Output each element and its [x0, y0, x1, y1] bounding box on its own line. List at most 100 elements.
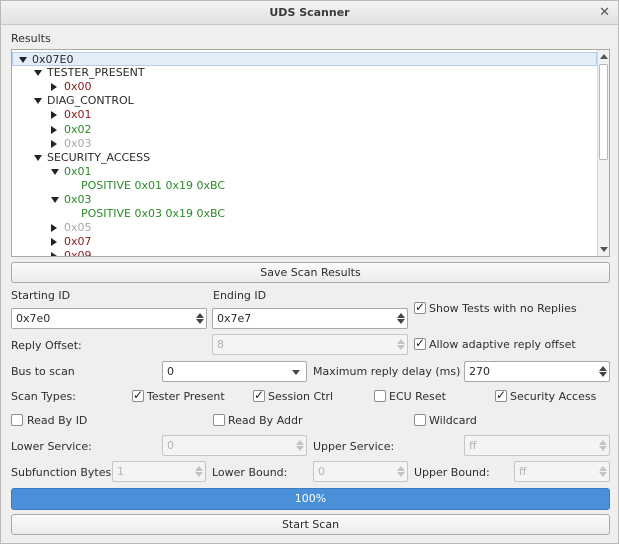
tree-item-label: POSITIVE 0x01 0x19 0xBC [81, 178, 225, 192]
show-no-replies-label: Show Tests with no Replies [429, 302, 577, 315]
max-delay-spinbox[interactable]: 270 [464, 361, 610, 382]
tree-item[interactable]: 0x00 [12, 80, 597, 94]
collapsed-arrow-icon[interactable] [51, 252, 57, 256]
spin-arrows-icon[interactable] [396, 310, 406, 327]
collapsed-arrow-icon[interactable] [51, 125, 57, 134]
tree-item[interactable]: 0x03 [12, 137, 597, 151]
reply-offset-value: 8 [217, 338, 224, 351]
tree-item[interactable]: POSITIVE 0x01 0x19 0xBC [12, 179, 597, 193]
tree-item[interactable]: 0x07 [12, 235, 597, 249]
subfunction-bytes-spinbox[interactable]: 1 [112, 461, 206, 482]
ecu-reset-label: ECU Reset [389, 390, 446, 403]
upper-service-value: ff [469, 439, 477, 452]
tree-item-label: 0x03 [64, 136, 92, 150]
check-icon: ✓ [133, 388, 144, 402]
security-access-checkbox[interactable]: ✓ [495, 388, 507, 402]
tree-item-label: POSITIVE 0x03 0x19 0xBC [81, 207, 225, 221]
expanded-arrow-icon[interactable] [34, 70, 42, 77]
ending-id-spinbox[interactable]: 0x7e7 [212, 308, 408, 329]
lower-bound-spinbox[interactable]: 0 [313, 461, 408, 482]
collapsed-arrow-icon[interactable] [51, 224, 57, 233]
tree-item-label: 0x07E0 [32, 53, 74, 66]
scroll-up-icon[interactable] [600, 54, 608, 59]
read-by-addr-checkbox[interactable] [213, 414, 225, 426]
tree-item-label: TESTER_PRESENT [47, 66, 145, 80]
tree-scrollbar[interactable] [597, 50, 609, 256]
reply-offset-label: Reply Offset: [11, 339, 82, 352]
adaptive-offset-checkbox[interactable]: ✓ [414, 336, 426, 350]
upper-bound-value: ff [519, 465, 527, 478]
ecu-reset-checkbox[interactable] [374, 390, 386, 402]
upper-bound-spinbox[interactable]: ff [514, 461, 610, 482]
collapsed-arrow-icon[interactable] [51, 111, 57, 120]
lower-service-spinbox[interactable]: 0 [162, 435, 307, 456]
uds-scanner-window: UDS Scanner ✕ Results 0x07E0 TESTER_PRESE… [0, 0, 619, 544]
expanded-arrow-icon[interactable] [34, 154, 42, 161]
progress-text: 100% [294, 492, 327, 505]
save-scan-results-button[interactable]: Save Scan Results [11, 262, 610, 283]
collapsed-arrow-icon[interactable] [51, 238, 57, 247]
tree-item[interactable]: 0x02 [12, 123, 597, 137]
read-by-id-checkbox[interactable] [11, 414, 23, 426]
bus-select[interactable]: 0 [162, 361, 307, 382]
title-bar: UDS Scanner ✕ [1, 1, 618, 25]
tree-item[interactable]: 0x03 [12, 193, 597, 207]
tree-item[interactable]: 0x01 [12, 108, 597, 122]
read-by-addr-label: Read By Addr [228, 414, 303, 427]
lower-service-label: Lower Service: [11, 440, 92, 453]
subfunction-bytes-label: Subfunction Bytes: [11, 466, 115, 479]
tree-item[interactable]: DIAG_CONTROL [12, 94, 597, 108]
tree-item[interactable]: TESTER_PRESENT [12, 66, 597, 80]
tree-item-label: DIAG_CONTROL [47, 94, 134, 108]
expanded-arrow-icon[interactable] [34, 98, 42, 105]
spin-arrows-icon[interactable] [396, 463, 406, 480]
tester-present-checkbox[interactable]: ✓ [132, 388, 144, 402]
read-by-id-label: Read By ID [27, 414, 88, 427]
lower-bound-label: Lower Bound: [212, 466, 288, 479]
expanded-arrow-icon[interactable] [51, 168, 59, 175]
session-ctrl-checkbox[interactable]: ✓ [253, 388, 265, 402]
reply-offset-spinbox[interactable]: 8 [212, 334, 408, 355]
check-icon: ✓ [254, 388, 265, 402]
spin-arrows-icon[interactable] [598, 463, 608, 480]
tree-item[interactable]: POSITIVE 0x03 0x19 0xBC [12, 207, 597, 221]
security-access-label: Security Access [510, 390, 597, 403]
scrollbar-thumb[interactable] [599, 64, 608, 160]
tree-item-label: 0x09 [64, 249, 92, 257]
adaptive-offset-label: Allow adaptive reply offset [429, 338, 576, 351]
upper-service-spinbox[interactable]: ff [464, 435, 610, 456]
expanded-arrow-icon[interactable] [19, 57, 27, 63]
tree-item[interactable]: 0x01 [12, 165, 597, 179]
subfunction-bytes-value: 1 [117, 465, 124, 478]
expanded-arrow-icon[interactable] [51, 197, 59, 203]
spin-arrows-icon[interactable] [598, 437, 608, 454]
spin-arrows-icon[interactable] [598, 363, 608, 380]
max-delay-value: 270 [469, 365, 490, 378]
collapsed-arrow-icon[interactable] [51, 139, 57, 148]
tree-item[interactable]: 0x05 [12, 221, 597, 235]
tree-item-label: 0x00 [64, 80, 92, 94]
show-no-replies-checkbox[interactable]: ✓ [414, 300, 426, 314]
starting-id-value: 0x7e0 [16, 312, 51, 325]
check-icon: ✓ [415, 336, 426, 350]
tree-item[interactable]: SECURITY_ACCESS [12, 151, 597, 165]
lower-service-value: 0 [167, 439, 174, 452]
starting-id-spinbox[interactable]: 0x7e0 [11, 308, 207, 329]
results-tree[interactable]: 0x07E0 TESTER_PRESENT 0x00 DIAG_CONTROL 0x01… [11, 49, 610, 257]
spin-arrows-icon[interactable] [195, 310, 205, 327]
scroll-down-icon[interactable] [600, 247, 608, 252]
collapsed-arrow-icon[interactable] [51, 83, 57, 92]
close-icon[interactable]: ✕ [599, 1, 610, 25]
window-title: UDS Scanner [269, 6, 350, 19]
spin-arrows-icon[interactable] [396, 336, 406, 353]
bus-value: 0 [167, 365, 174, 378]
results-label: Results [11, 32, 51, 45]
scan-types-label: Scan Types: [11, 390, 76, 403]
start-scan-button[interactable]: Start Scan [11, 514, 610, 535]
wildcard-checkbox[interactable] [414, 414, 426, 426]
spin-arrows-icon[interactable] [194, 463, 204, 480]
tree-item-label: 0x03 [64, 193, 92, 206]
tree-item[interactable]: 0x09 [12, 249, 597, 257]
tree-item[interactable]: 0x07E0 [12, 52, 597, 66]
spin-arrows-icon[interactable] [295, 437, 305, 454]
